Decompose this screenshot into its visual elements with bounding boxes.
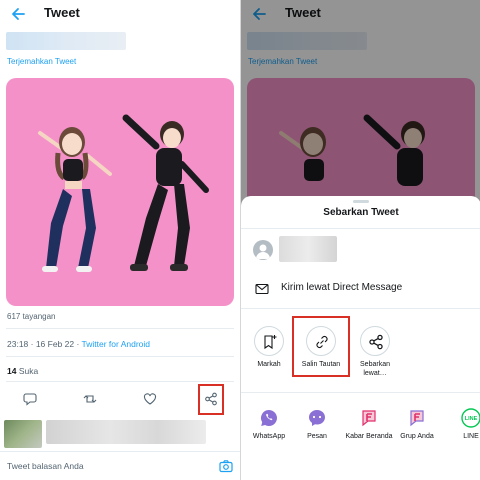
reply-input[interactable]: Tweet balasan Anda <box>7 461 84 471</box>
svg-text:LINE: LINE <box>465 416 478 422</box>
bookmark-option[interactable]: Markah <box>245 326 293 370</box>
app-label: Pesan <box>307 433 327 440</box>
option-label: Markah <box>257 361 281 368</box>
share-icon <box>369 334 383 350</box>
share-via-option[interactable]: Sebarkan lewat… <box>351 326 399 379</box>
app-icon-wrap <box>307 408 327 428</box>
app-whatsapp[interactable]: WhatsApp <box>244 408 294 442</box>
mail-icon <box>255 283 269 295</box>
blurred-reply-text <box>46 420 206 444</box>
direct-message-label: Kirim lewat Direct Message <box>281 282 403 293</box>
app-kabar-beranda[interactable]: Kabar Beranda <box>344 408 394 442</box>
blurred-recipient-name <box>279 236 337 262</box>
app-line[interactable]: LINE LINE <box>446 408 480 442</box>
kabar-beranda-icon <box>362 410 376 427</box>
option-label: Salin Tautan <box>301 361 341 368</box>
sheet-title: Sebarkan Tweet <box>323 207 399 218</box>
retweet-icon[interactable] <box>83 392 97 406</box>
app-label: LINE <box>463 433 479 440</box>
share-bottom-sheet: Sebarkan Tweet Kirim lewat Direct Messag… <box>241 196 480 480</box>
tweet-media-image[interactable] <box>6 78 234 306</box>
avatar[interactable] <box>253 240 273 260</box>
share-icon[interactable] <box>204 392 218 406</box>
bookmark-add-icon <box>264 335 277 350</box>
default-avatar-icon <box>256 244 270 259</box>
tweet-source-link[interactable]: Twitter for Android <box>82 339 151 349</box>
line-icon: LINE <box>461 408 480 428</box>
option-circle <box>254 326 284 356</box>
tweet-detail-screen: Tweet Terjemahkan Tweet 617 tayangan 23:… <box>0 0 240 480</box>
camera-icon[interactable] <box>219 459 233 473</box>
messages-icon <box>309 410 325 426</box>
direct-message-option[interactable]: Kirim lewat Direct Message <box>241 278 480 300</box>
top-bar: Tweet <box>0 0 240 28</box>
view-count: 617 tayangan <box>7 312 56 321</box>
likes-label: Suka <box>16 366 39 376</box>
dancing-couple-illustration <box>38 114 209 272</box>
option-circle <box>360 326 390 356</box>
app-icon-wrap: LINE <box>461 408 480 428</box>
divider <box>241 228 480 229</box>
app-icon-wrap <box>259 408 279 428</box>
back-arrow-icon[interactable] <box>10 6 26 22</box>
app-pesan[interactable]: Pesan <box>292 408 342 442</box>
likes-count[interactable]: 14 Suka <box>7 366 38 376</box>
divider <box>6 381 234 382</box>
reply-icon[interactable] <box>23 392 37 406</box>
option-label: Sebarkan lewat… <box>360 361 390 377</box>
app-grup-anda[interactable]: Grup Anda <box>392 408 442 442</box>
blurred-tweet-text <box>6 32 126 50</box>
app-label: WhatsApp <box>252 433 286 440</box>
divider <box>6 328 234 329</box>
divider <box>6 356 234 357</box>
like-heart-icon[interactable] <box>143 392 157 406</box>
link-icon <box>316 335 328 349</box>
reply-bar: Tweet balasan Anda <box>0 451 240 480</box>
translate-tweet-link[interactable]: Terjemahkan Tweet <box>7 57 76 66</box>
app-icon-wrap <box>359 408 379 428</box>
drag-handle[interactable] <box>353 200 369 203</box>
app-label: Grup Anda <box>400 433 434 440</box>
app-icon-wrap <box>407 408 427 428</box>
divider <box>241 308 480 309</box>
divider <box>241 392 480 393</box>
grup-anda-icon <box>410 410 424 427</box>
whatsapp-icon <box>261 410 277 426</box>
option-circle <box>306 326 336 356</box>
page-title: Tweet <box>44 5 80 20</box>
timestamp-text: 23:18 · 16 Feb 22 · <box>7 339 82 349</box>
copy-link-option[interactable]: Salin Tautan <box>297 326 345 370</box>
app-label: Kabar Beranda <box>345 433 393 440</box>
tweet-timestamp: 23:18 · 16 Feb 22 · Twitter for Android <box>7 339 150 349</box>
blurred-reply-avatar <box>4 420 42 448</box>
share-sheet-screen: Tweet Terjemahkan Tweet Sebarkan Tweet K… <box>240 0 480 480</box>
